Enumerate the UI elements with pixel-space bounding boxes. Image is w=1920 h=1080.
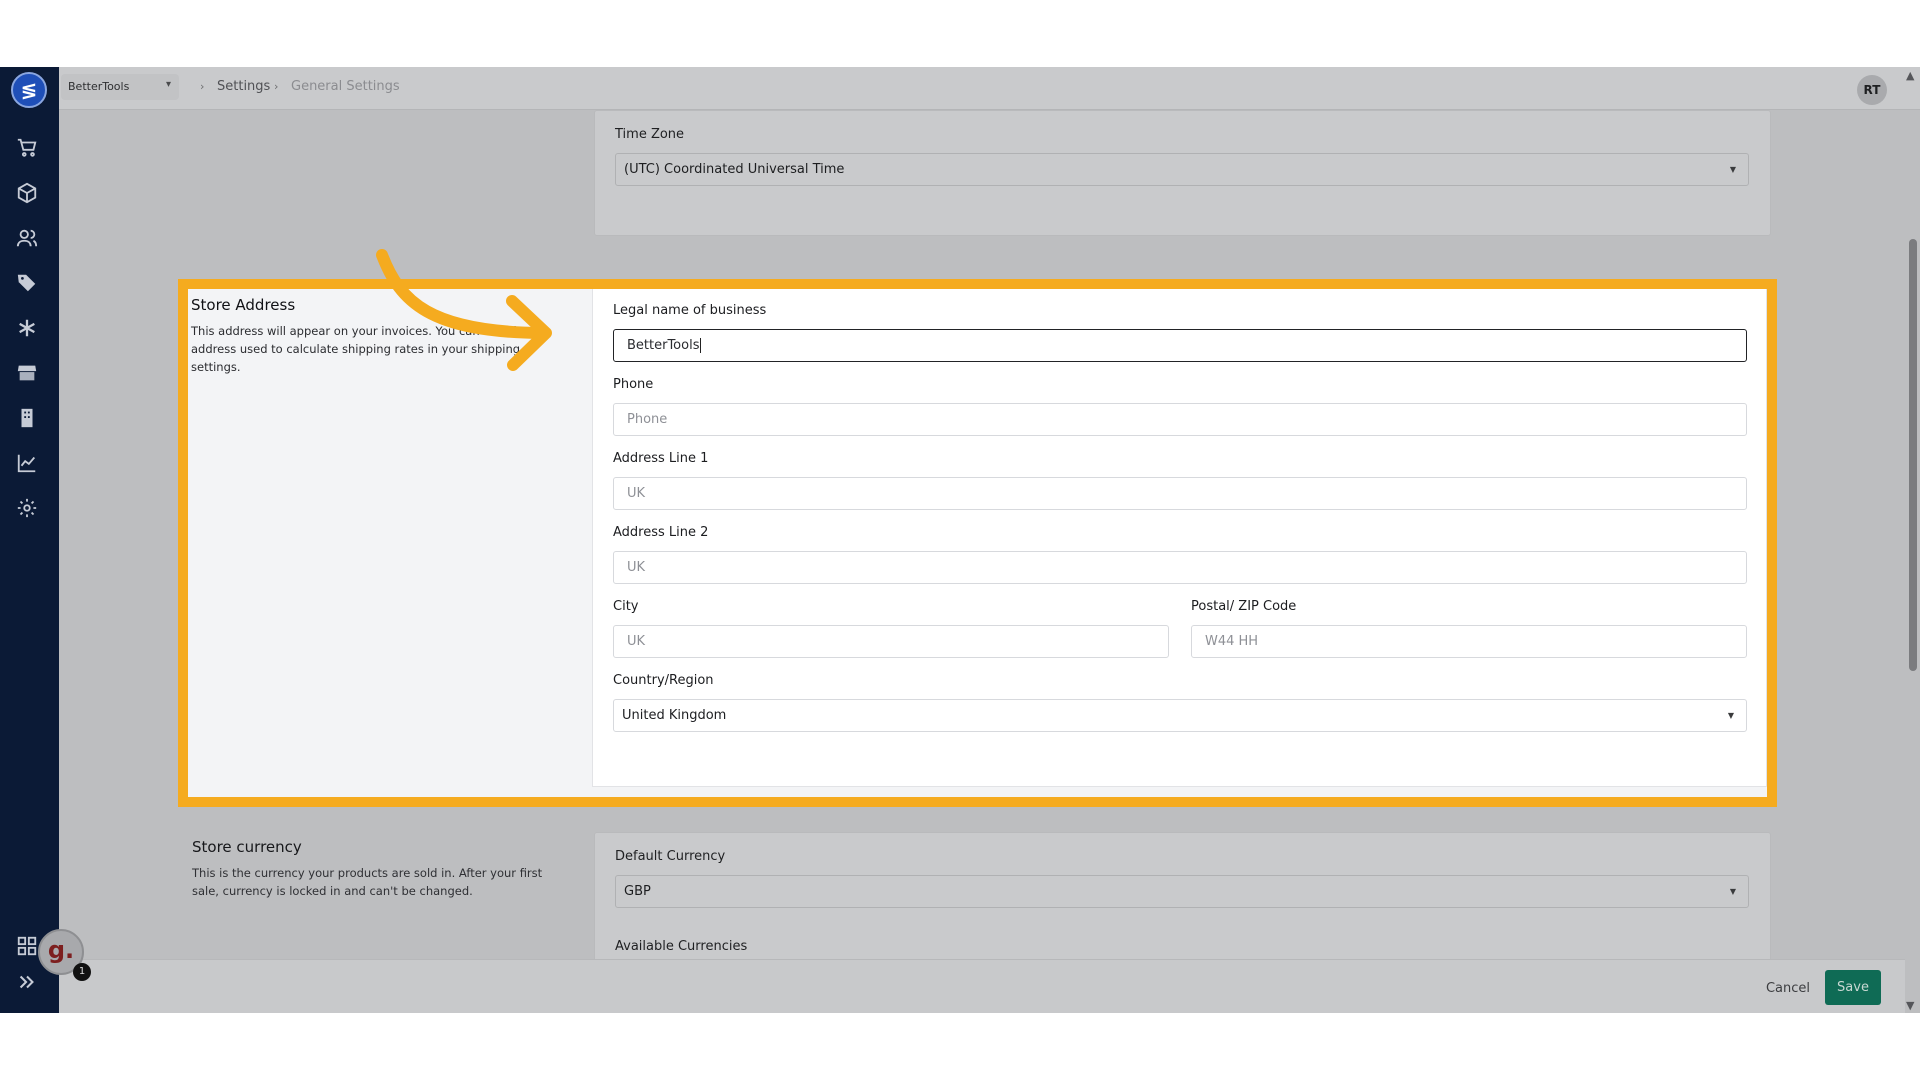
postal-code-label: Postal/ ZIP Code bbox=[1191, 599, 1297, 614]
app-window: BetterTools ▾ › Settings › General Setti… bbox=[0, 67, 1920, 1013]
address-line-1-input[interactable]: UK bbox=[613, 477, 1747, 510]
text-cursor bbox=[700, 338, 702, 353]
country-select[interactable]: United Kingdom ▼ bbox=[613, 699, 1747, 732]
country-value: United Kingdom bbox=[622, 708, 727, 723]
chart-icon[interactable] bbox=[16, 452, 42, 478]
top-bar: BetterTools ▾ › Settings › General Setti… bbox=[0, 67, 1920, 110]
legal-name-label: Legal name of business bbox=[613, 303, 767, 318]
avatar[interactable]: RT bbox=[1857, 75, 1887, 105]
address-line-2-input[interactable]: UK bbox=[613, 551, 1747, 584]
app-logo[interactable]: ≶ bbox=[11, 72, 47, 108]
breadcrumb-separator: › bbox=[274, 80, 279, 93]
chevron-down-icon: ▼ bbox=[1729, 165, 1736, 174]
notification-badge: 1 bbox=[73, 963, 91, 981]
sidebar: ≶ bbox=[0, 67, 59, 1013]
chevron-down-icon: ▾ bbox=[165, 79, 171, 90]
cancel-button[interactable]: Cancel bbox=[1759, 972, 1817, 1004]
country-label: Country/Region bbox=[613, 673, 714, 688]
timezone-card: Time Zone (UTC) Coordinated Universal Ti… bbox=[594, 110, 1771, 236]
default-currency-select[interactable]: GBP ▼ bbox=[615, 875, 1749, 908]
default-currency-value: GBP bbox=[624, 884, 651, 899]
city-label: City bbox=[613, 599, 639, 614]
save-button[interactable]: Save bbox=[1825, 970, 1881, 1005]
store-name: BetterTools bbox=[68, 80, 130, 93]
expand-icon[interactable] bbox=[16, 971, 42, 997]
store-address-form: Legal name of business BetterTools Phone… bbox=[592, 289, 1767, 787]
users-icon[interactable] bbox=[16, 227, 42, 253]
address-line-1-label: Address Line 1 bbox=[613, 451, 709, 466]
default-currency-label: Default Currency bbox=[615, 849, 726, 864]
address-line-2-label: Address Line 2 bbox=[613, 525, 709, 540]
phone-label: Phone bbox=[613, 377, 654, 392]
scrollbar-thumb[interactable] bbox=[1909, 239, 1917, 671]
box-icon[interactable] bbox=[16, 182, 42, 208]
timezone-value: (UTC) Coordinated Universal Time bbox=[624, 162, 845, 177]
widget-logo: g. bbox=[47, 936, 75, 964]
chevron-down-icon: ▼ bbox=[1727, 711, 1734, 720]
annotation-arrow-icon bbox=[376, 249, 552, 371]
chevron-down-icon: ▼ bbox=[1729, 887, 1736, 896]
scroll-up-icon[interactable]: ▲ bbox=[1906, 69, 1914, 82]
cart-icon[interactable] bbox=[16, 137, 42, 163]
building-icon[interactable] bbox=[16, 407, 42, 433]
tags-icon[interactable] bbox=[16, 272, 42, 298]
store-selector[interactable]: BetterTools ▾ bbox=[61, 74, 179, 100]
footer-bar bbox=[59, 959, 1905, 1013]
legal-name-value: BetterTools bbox=[627, 338, 700, 353]
scroll-down-icon[interactable]: ▼ bbox=[1906, 999, 1914, 1012]
legal-name-input[interactable]: BetterTools bbox=[613, 329, 1747, 362]
gear-icon[interactable] bbox=[16, 497, 42, 523]
postal-code-input[interactable]: W44 HH bbox=[1191, 625, 1747, 658]
store-currency-card: Default Currency GBP ▼ Available Currenc… bbox=[594, 832, 1771, 972]
available-currencies-label: Available Currencies bbox=[615, 939, 748, 954]
section-title: Store Address bbox=[191, 296, 296, 314]
store-currency-title: Store currency bbox=[192, 838, 302, 856]
asterisk-icon[interactable] bbox=[16, 317, 42, 343]
breadcrumb-separator: › bbox=[200, 80, 205, 93]
breadcrumb-settings[interactable]: Settings bbox=[217, 79, 270, 94]
help-widget[interactable]: g. 1 bbox=[38, 929, 91, 981]
timezone-label: Time Zone bbox=[615, 127, 685, 142]
timezone-select[interactable]: (UTC) Coordinated Universal Time ▼ bbox=[615, 153, 1749, 186]
phone-input[interactable]: Phone bbox=[613, 403, 1747, 436]
store-currency-description: This is the currency your products are s… bbox=[192, 866, 543, 898]
breadcrumb-general-settings: General Settings bbox=[291, 79, 400, 94]
city-input[interactable]: UK bbox=[613, 625, 1169, 658]
store-icon[interactable] bbox=[16, 362, 42, 388]
